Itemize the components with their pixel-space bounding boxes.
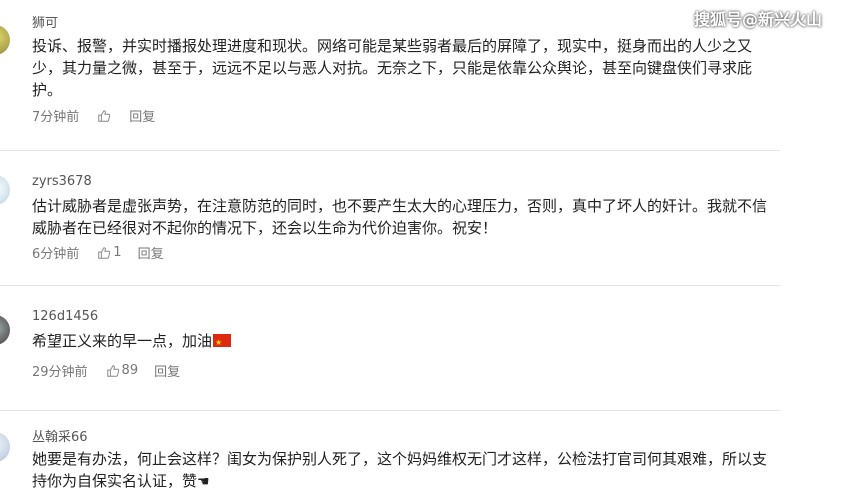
comment-meta: 7分钟前 回复 [32,106,155,125]
comment-time: 29分钟前 [32,365,88,380]
comment-text: 希望正义来的早一点，加油 [32,330,772,354]
thumbs-up-icon [106,364,119,377]
comment-item: 丛翰采66 她要是有办法，何止会这样？闺女为保护别人死了，这个妈妈维权无门才这样… [0,410,780,496]
avatar[interactable] [0,175,10,205]
pointing-hand-emoji: ☚ [197,474,210,490]
comment-username[interactable]: 126d1456 [32,309,98,324]
comment-text-content: 她要是有办法，何止会这样？闺女为保护别人死了，这个妈妈维权无门才这样，公检法打官… [32,450,768,490]
avatar[interactable] [0,25,10,55]
comment-text: 投诉、报警，并实时播报处理进度和现状。网络可能是某些弱者最后的屏障了，现实中，挺… [32,37,753,99]
comment-item: 126d1456 希望正义来的早一点，加油 29分钟前 89 回复 [0,285,780,410]
reply-button[interactable]: 回复 [154,361,180,380]
comment-item: 狮可 投诉、报警，并实时播报处理进度和现状。网络可能是某些弱者最后的屏障了，现实… [0,0,780,150]
thumbs-up-icon [98,109,111,122]
comment-time: 7分钟前 [32,110,80,125]
comment-item: zyrs3678 估计威胁者是虚张声势，在注意防范的同时，也不要产生太大的心理压… [0,150,780,285]
comment-text: 她要是有办法，何止会这样？闺女为保护别人死了，这个妈妈维权无门才这样，公检法打官… [32,448,772,493]
comment-text-content: 希望正义来的早一点，加油 [32,332,213,350]
avatar[interactable] [0,432,10,462]
comment-username[interactable]: zyrs3678 [32,174,92,189]
reply-button[interactable]: 回复 [138,243,164,262]
avatar[interactable] [0,315,10,345]
like-button[interactable] [97,109,113,123]
comment-username[interactable]: 狮可 [32,12,58,31]
like-button[interactable]: 1 [97,245,122,260]
thumbs-up-icon [98,246,111,259]
like-count: 1 [113,245,122,260]
comment-username[interactable]: 丛翰采66 [32,426,88,445]
like-button[interactable]: 89 [106,363,139,378]
comment-text: 估计威胁者是虚张声势，在注意防范的同时，也不要产生太大的心理压力，否则，真中了坏… [32,197,768,237]
like-count: 89 [121,363,139,378]
reply-button[interactable]: 回复 [129,106,155,125]
comment-meta: 29分钟前 89 回复 [32,361,180,380]
china-flag-emoji [213,332,232,354]
comment-meta: 6分钟前 1 回复 [32,243,164,262]
comment-time: 6分钟前 [32,247,80,262]
